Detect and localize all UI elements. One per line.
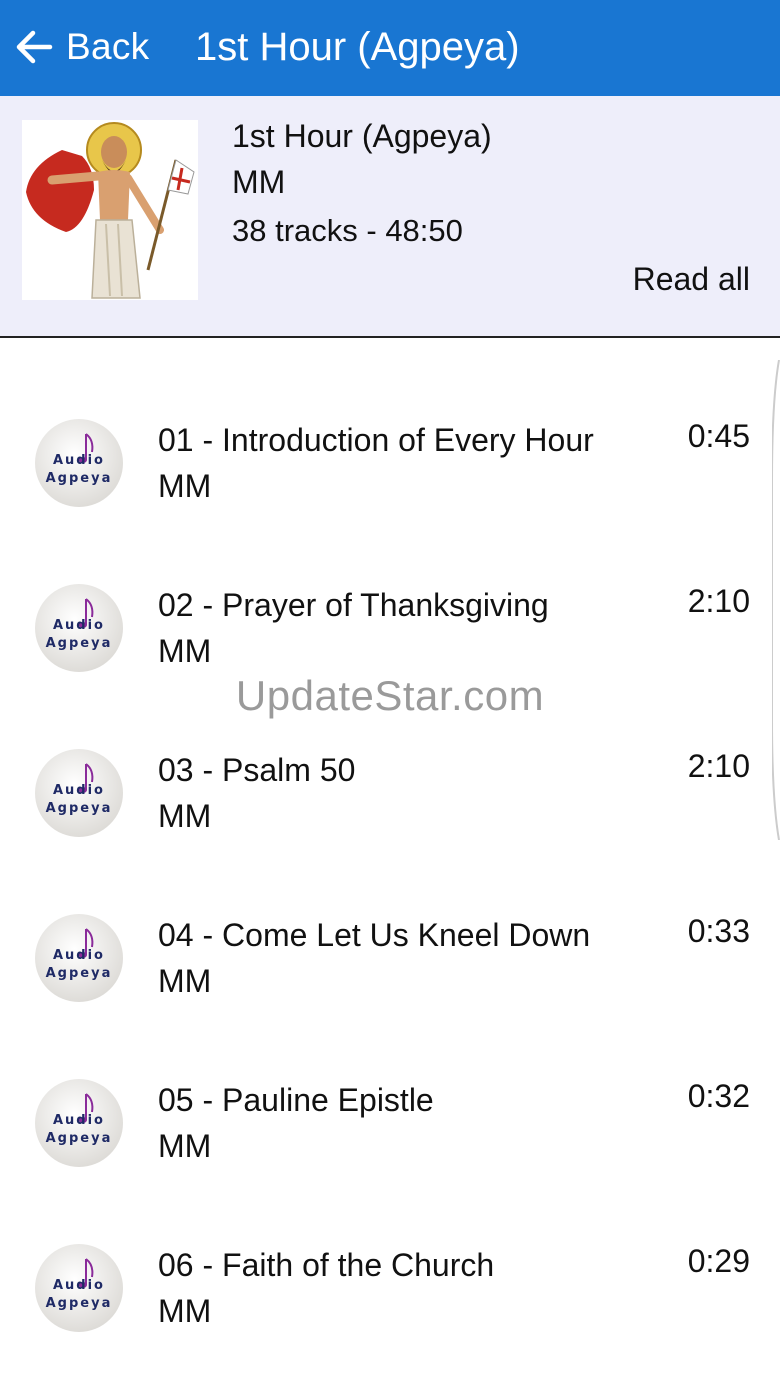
- audio-agpeya-icon: Audio Agpeya: [35, 584, 123, 672]
- icon-text-line1: Audio: [53, 948, 105, 963]
- track-artist: MM: [158, 1293, 212, 1329]
- audio-agpeya-icon: Audio Agpeya: [35, 419, 123, 507]
- audio-agpeya-icon: Audio Agpeya: [35, 1079, 123, 1167]
- track-duration: 2:10: [687, 583, 750, 619]
- icon-text-line2: Agpeya: [46, 471, 113, 486]
- icon-text-line1: Audio: [53, 783, 105, 798]
- icon-text-line2: Agpeya: [46, 1296, 113, 1311]
- icon-text-line1: Audio: [53, 453, 105, 468]
- track-artist: MM: [158, 963, 212, 999]
- icon-text-line2: Agpeya: [46, 966, 113, 981]
- audio-agpeya-icon: Audio Agpeya: [35, 749, 123, 837]
- track-duration: 2:10: [687, 748, 750, 784]
- icon-text-line1: Audio: [53, 618, 105, 633]
- back-label: Back: [66, 26, 150, 67]
- track-row[interactable]: Audio Agpeya 02 - Prayer of Thanksgiving…: [0, 503, 780, 672]
- track-row[interactable]: Audio Agpeya 01 - Introduction of Every …: [0, 338, 780, 507]
- album-cover-image: [22, 120, 198, 300]
- read-all-button[interactable]: Read all: [633, 259, 750, 299]
- track-row[interactable]: Audio Agpeya 05 - Pauline Epistle MM 0:3…: [0, 998, 780, 1167]
- icon-text-line1: Audio: [53, 1278, 105, 1293]
- track-row[interactable]: Audio Agpeya 04 - Come Let Us Kneel Down…: [0, 833, 780, 1002]
- track-duration: 0:33: [687, 913, 750, 949]
- album-track-count: 38 tracks - 48:50: [232, 213, 463, 248]
- track-title: 02 - Prayer of Thanksgiving: [158, 587, 549, 623]
- album-artist: MM: [232, 164, 286, 200]
- track-artist: MM: [158, 1128, 212, 1164]
- track-list: Audio Agpeya 01 - Introduction of Every …: [0, 338, 780, 1387]
- icon-text-line2: Agpeya: [46, 636, 113, 651]
- icon-text-line2: Agpeya: [46, 801, 113, 816]
- track-artist: MM: [158, 468, 212, 504]
- track-duration: 0:45: [687, 418, 750, 454]
- album-header: 1st Hour (Agpeya) MM 38 tracks - 48:50 R…: [0, 96, 780, 338]
- audio-agpeya-icon: Audio Agpeya: [35, 1244, 123, 1332]
- back-arrow-icon: [16, 30, 53, 64]
- track-title: 05 - Pauline Epistle: [158, 1082, 434, 1118]
- track-artist: MM: [158, 798, 212, 834]
- icon-text-line2: Agpeya: [46, 1131, 113, 1146]
- page-title: 1st Hour (Agpeya): [195, 25, 520, 69]
- icon-text-line1: Audio: [53, 1113, 105, 1128]
- app-bar: Back 1st Hour (Agpeya): [0, 0, 780, 96]
- track-title: 01 - Introduction of Every Hour: [158, 422, 594, 458]
- track-title: 04 - Come Let Us Kneel Down: [158, 917, 591, 953]
- track-artist: MM: [158, 633, 212, 669]
- album-title: 1st Hour (Agpeya): [232, 118, 492, 154]
- track-row[interactable]: Audio Agpeya 06 - Faith of the Church MM…: [0, 1163, 780, 1332]
- track-duration: 0:32: [687, 1078, 750, 1114]
- track-title: 03 - Psalm 50: [158, 752, 356, 788]
- back-button[interactable]: Back: [14, 22, 149, 72]
- audio-agpeya-icon: Audio Agpeya: [35, 914, 123, 1002]
- track-duration: 0:29: [687, 1243, 750, 1279]
- track-row[interactable]: Audio Agpeya 03 - Psalm 50 MM 2:10: [0, 668, 780, 837]
- track-title: 06 - Faith of the Church: [158, 1247, 495, 1283]
